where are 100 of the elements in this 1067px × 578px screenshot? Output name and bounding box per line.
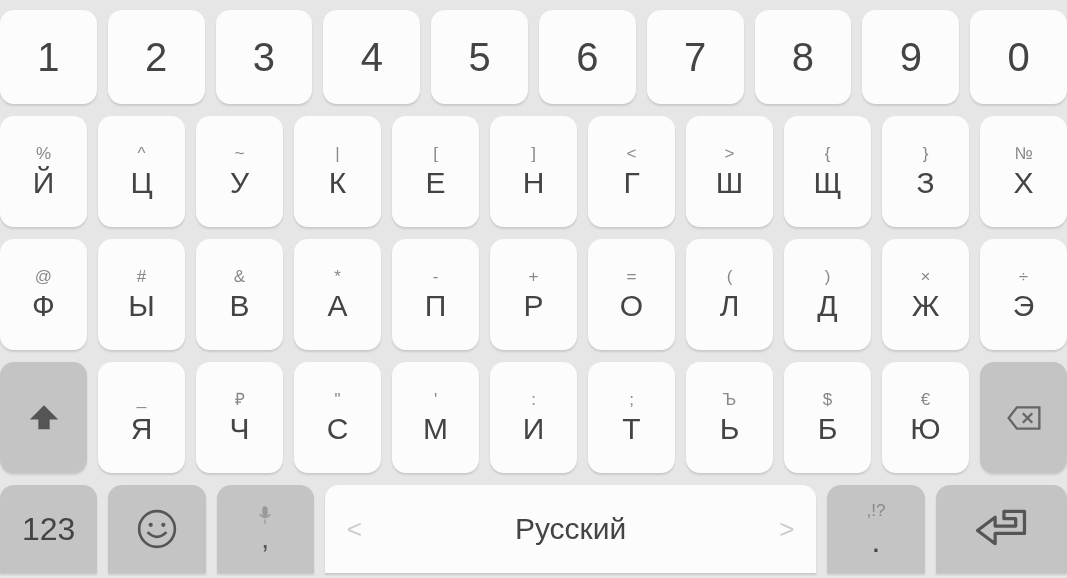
key[interactable]: 0 (970, 10, 1067, 104)
key-hint: | (335, 145, 340, 162)
key-hint: > (724, 145, 735, 162)
key[interactable]: } З (882, 116, 969, 227)
key[interactable]: - П (392, 239, 479, 350)
key-hint: % (35, 145, 52, 162)
key-hint: } (922, 145, 929, 162)
key[interactable]: & В (196, 239, 283, 350)
key[interactable]: 3 (215, 10, 313, 104)
key[interactable]: ₽ Ч (196, 362, 283, 473)
key[interactable]: 6 (539, 10, 636, 104)
key-hint: ( (726, 268, 733, 285)
key-label: Ю (910, 414, 941, 444)
key-label: Й (32, 168, 55, 198)
key[interactable]: 5 (431, 10, 528, 104)
key[interactable]: ( Л (686, 239, 773, 350)
key-label: Ь (719, 414, 740, 444)
key-hint: - (432, 268, 439, 285)
key-label: В (229, 291, 250, 321)
key[interactable]: 8 (754, 10, 852, 104)
key-hint: " (334, 391, 341, 408)
key-hint: [ (433, 145, 438, 162)
key-hint: € (920, 391, 931, 408)
key-label: П (424, 291, 447, 321)
key-label: Ж (911, 291, 940, 321)
key[interactable]: _ Я (98, 362, 185, 473)
key[interactable]: ) Д (784, 239, 871, 350)
key[interactable]: ' М (392, 362, 479, 473)
key[interactable]: 2 (107, 10, 205, 104)
key[interactable]: @ Ф (0, 239, 87, 350)
key[interactable]: 9 (862, 10, 960, 104)
key-hint: + (528, 268, 539, 285)
key-label: Ш (715, 168, 744, 198)
key-label: . (871, 524, 881, 557)
key-label: Л (719, 291, 740, 321)
key[interactable]: { Щ (784, 116, 871, 227)
key-label: Р (523, 291, 544, 321)
key[interactable]: : И (490, 362, 577, 473)
key-label: Т (622, 414, 641, 444)
key-label: Е (425, 168, 446, 198)
key[interactable]: 1 (0, 10, 97, 104)
language-label: Русский (514, 514, 627, 544)
key-hint: ~ (234, 145, 245, 162)
key-label: Э (1012, 291, 1035, 321)
key-label: И (522, 414, 545, 444)
key-hint: = (626, 268, 637, 285)
key-label: Щ (813, 168, 842, 198)
key-hint: # (136, 268, 147, 285)
key[interactable]: № Х (980, 116, 1067, 227)
key[interactable]: * А (294, 239, 381, 350)
key-label: С (326, 414, 349, 444)
key-label: Н (522, 168, 545, 198)
key[interactable]: ÷ Э (980, 239, 1067, 350)
key-hint: : (531, 391, 536, 408)
key[interactable]: " С (294, 362, 381, 473)
comma-key[interactable]: , (216, 485, 314, 573)
backspace-icon (1005, 404, 1042, 431)
key[interactable]: Ъ Ь (686, 362, 773, 473)
key-hint: { (824, 145, 831, 162)
key-hint: ] (531, 145, 536, 162)
key[interactable]: < Г (588, 116, 675, 227)
key-label: У (229, 168, 250, 198)
key-label: , (261, 525, 270, 553)
key-label: А (327, 291, 348, 321)
space-bar[interactable]: < Русский > (324, 485, 817, 573)
key-label: Б (817, 414, 838, 444)
key-label: Ч (229, 414, 250, 444)
emoji-key[interactable] (108, 485, 206, 573)
key[interactable]: | К (294, 116, 381, 227)
left-arrow: < (346, 512, 363, 546)
right-arrow: > (779, 512, 795, 546)
key[interactable]: ~ У (196, 116, 283, 227)
key[interactable]: + Р (490, 239, 577, 350)
key[interactable]: ^ Ц (98, 116, 185, 227)
key[interactable]: ] Н (490, 116, 577, 227)
key-label: Г (623, 168, 640, 198)
period-key[interactable]: ,!? . (827, 485, 925, 573)
key-hint: $ (822, 391, 833, 408)
key[interactable]: # Ы (98, 239, 185, 350)
key[interactable]: [ Е (392, 116, 479, 227)
key[interactable]: $ Б (784, 362, 871, 473)
key-hint: & (233, 268, 246, 285)
key-label: К (328, 168, 347, 198)
shift-key[interactable] (0, 362, 87, 473)
key[interactable]: € Ю (882, 362, 969, 473)
enter-key[interactable] (935, 485, 1067, 573)
key-hint: ₽ (234, 391, 245, 408)
key-label: Х (1013, 168, 1034, 198)
key[interactable]: × Ж (882, 239, 969, 350)
key-hint: ÷ (1018, 268, 1029, 285)
key[interactable]: % Й (0, 116, 87, 227)
key[interactable]: 7 (646, 10, 744, 104)
key[interactable]: > Ш (686, 116, 773, 227)
key[interactable]: ; Т (588, 362, 675, 473)
key[interactable]: 4 (323, 10, 421, 104)
key[interactable]: = О (588, 239, 675, 350)
key-hint: ^ (137, 145, 146, 162)
numbers-key[interactable]: 123 (0, 485, 98, 573)
key-hint: ' (433, 391, 438, 408)
backspace-key[interactable] (980, 362, 1067, 473)
